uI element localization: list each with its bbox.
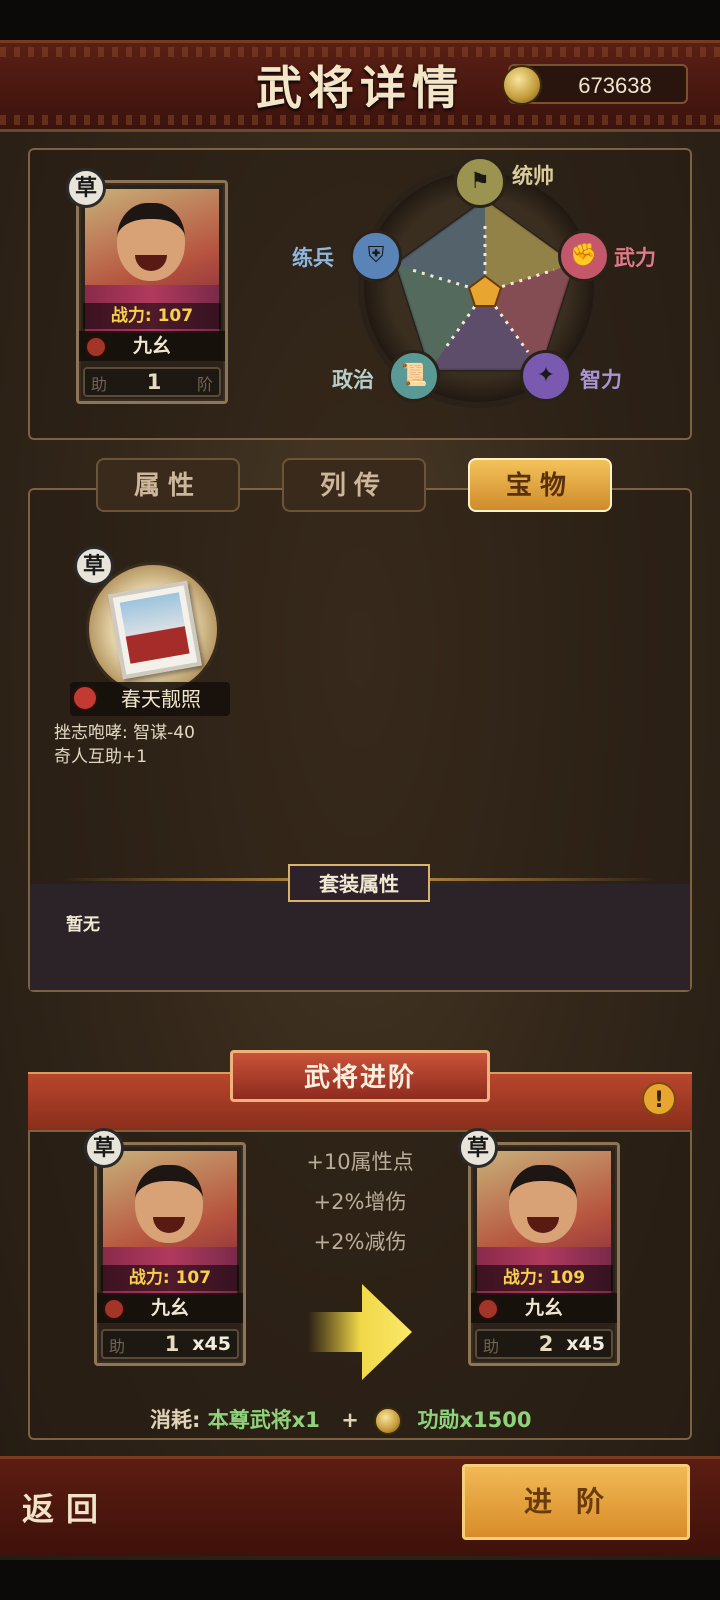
- info-icon[interactable]: !: [642, 1082, 676, 1116]
- hero-power-before: 战力: 107: [101, 1265, 239, 1291]
- stat-label-training: 练兵: [292, 245, 334, 270]
- treasure-grade-badge: 草: [74, 546, 114, 586]
- advance-title: 武将进阶: [230, 1050, 490, 1102]
- back-button[interactable]: 返回: [22, 1484, 110, 1530]
- advance-bonus-1: +10属性点: [306, 1150, 414, 1174]
- cost-currency: 功勋x1500: [417, 1408, 532, 1432]
- hero-card-before[interactable]: 战力: 107 九幺 助 1 x45: [94, 1142, 246, 1366]
- hero-level-bar: 助 2 x45: [475, 1329, 613, 1359]
- advance-bonus-2: +2%增伤: [313, 1190, 407, 1214]
- faction-dot-icon: [103, 1298, 125, 1320]
- stat-label-leadership: 统帅: [512, 163, 554, 188]
- photo-icon: [108, 580, 202, 680]
- tab-biography[interactable]: 列传: [282, 458, 426, 512]
- currency-value: 673638: [578, 73, 652, 98]
- hero-card-after[interactable]: 战力: 109 九幺 助 2 x45: [468, 1142, 620, 1366]
- level-right-mark: 阶: [196, 375, 213, 394]
- grade-badge: 草: [458, 1128, 498, 1168]
- treasure-slot[interactable]: [86, 562, 220, 696]
- advance-cost: 消耗: 本尊武将x1 + 功勋x1500: [150, 1404, 531, 1435]
- grade-badge: 草: [66, 168, 106, 208]
- treasure-effect-2: 奇人互助+1: [54, 747, 148, 767]
- coin-icon: [374, 1407, 403, 1435]
- hero-name: 九幺: [132, 335, 171, 357]
- page-title: 武将详情: [256, 61, 464, 115]
- advance-button[interactable]: 进阶: [462, 1464, 690, 1540]
- faction-dot-icon: [85, 336, 107, 358]
- cost-plus: +: [341, 1408, 359, 1432]
- cost-item: 本尊武将x1: [207, 1408, 320, 1432]
- currency-display[interactable]: 673638: [502, 64, 688, 105]
- cost-label: 消耗:: [150, 1408, 201, 1432]
- armor-icon[interactable]: ⛨: [350, 230, 402, 282]
- set-bonus-value: 暂无: [66, 915, 100, 935]
- tab-treasure[interactable]: 宝物: [468, 458, 612, 512]
- flag-icon[interactable]: ⚑: [454, 156, 506, 208]
- hero-power: 战力: 107: [83, 303, 221, 329]
- coin-icon: [502, 65, 542, 105]
- hero-name-before: 九幺: [150, 1297, 189, 1319]
- hero-level-after: 2: [538, 1332, 554, 1356]
- scroll-icon[interactable]: 📜: [388, 350, 440, 402]
- treasure-name: 春天靓照: [121, 687, 201, 711]
- tab-attributes[interactable]: 属性: [96, 458, 240, 512]
- treasure-type-icon: [72, 685, 98, 711]
- hero-name-plate: 九幺: [97, 1293, 243, 1323]
- hero-level-bar: 助 1 x45: [101, 1329, 239, 1359]
- hero-card[interactable]: 战力: 107 九幺 助 1 阶: [76, 180, 228, 404]
- grade-badge: 草: [84, 1128, 124, 1168]
- treasure-effect-1: 挫志咆哮: 智谋-40: [54, 723, 195, 743]
- game-screen: 武将详情 673638 战力: 107 九幺 助 1 阶 草 ⚑ 统帅 ✊ 武力…: [0, 0, 720, 1600]
- fist-icon[interactable]: ✊: [558, 230, 610, 282]
- hero-power-after: 战力: 109: [475, 1265, 613, 1291]
- hero-name-after: 九幺: [524, 1297, 563, 1319]
- hero-level: 1: [146, 370, 162, 394]
- stat-label-strength: 武力: [614, 245, 656, 270]
- hero-level-before: 1: [164, 1332, 180, 1356]
- level-left-mark: 助: [91, 375, 108, 394]
- hero-name-plate: 九幺: [79, 331, 225, 361]
- stat-label-politics: 政治: [332, 367, 374, 392]
- hero-count-after: x45: [566, 1333, 605, 1355]
- arrow-right-icon: [308, 1284, 412, 1380]
- brain-icon[interactable]: ✦: [520, 350, 572, 402]
- hero-level-bar: 助 1 阶: [83, 367, 221, 397]
- set-bonus-title: 套装属性: [288, 864, 430, 902]
- level-left-mark: 助: [109, 1337, 126, 1356]
- treasure-name-plate: 春天靓照: [70, 682, 230, 716]
- stat-label-intelligence: 智力: [580, 367, 622, 392]
- hero-name-plate: 九幺: [471, 1293, 617, 1323]
- hero-count-before: x45: [192, 1333, 231, 1355]
- level-left-mark: 助: [483, 1337, 500, 1356]
- advance-bonus-3: +2%减伤: [313, 1230, 407, 1254]
- faction-dot-icon: [477, 1298, 499, 1320]
